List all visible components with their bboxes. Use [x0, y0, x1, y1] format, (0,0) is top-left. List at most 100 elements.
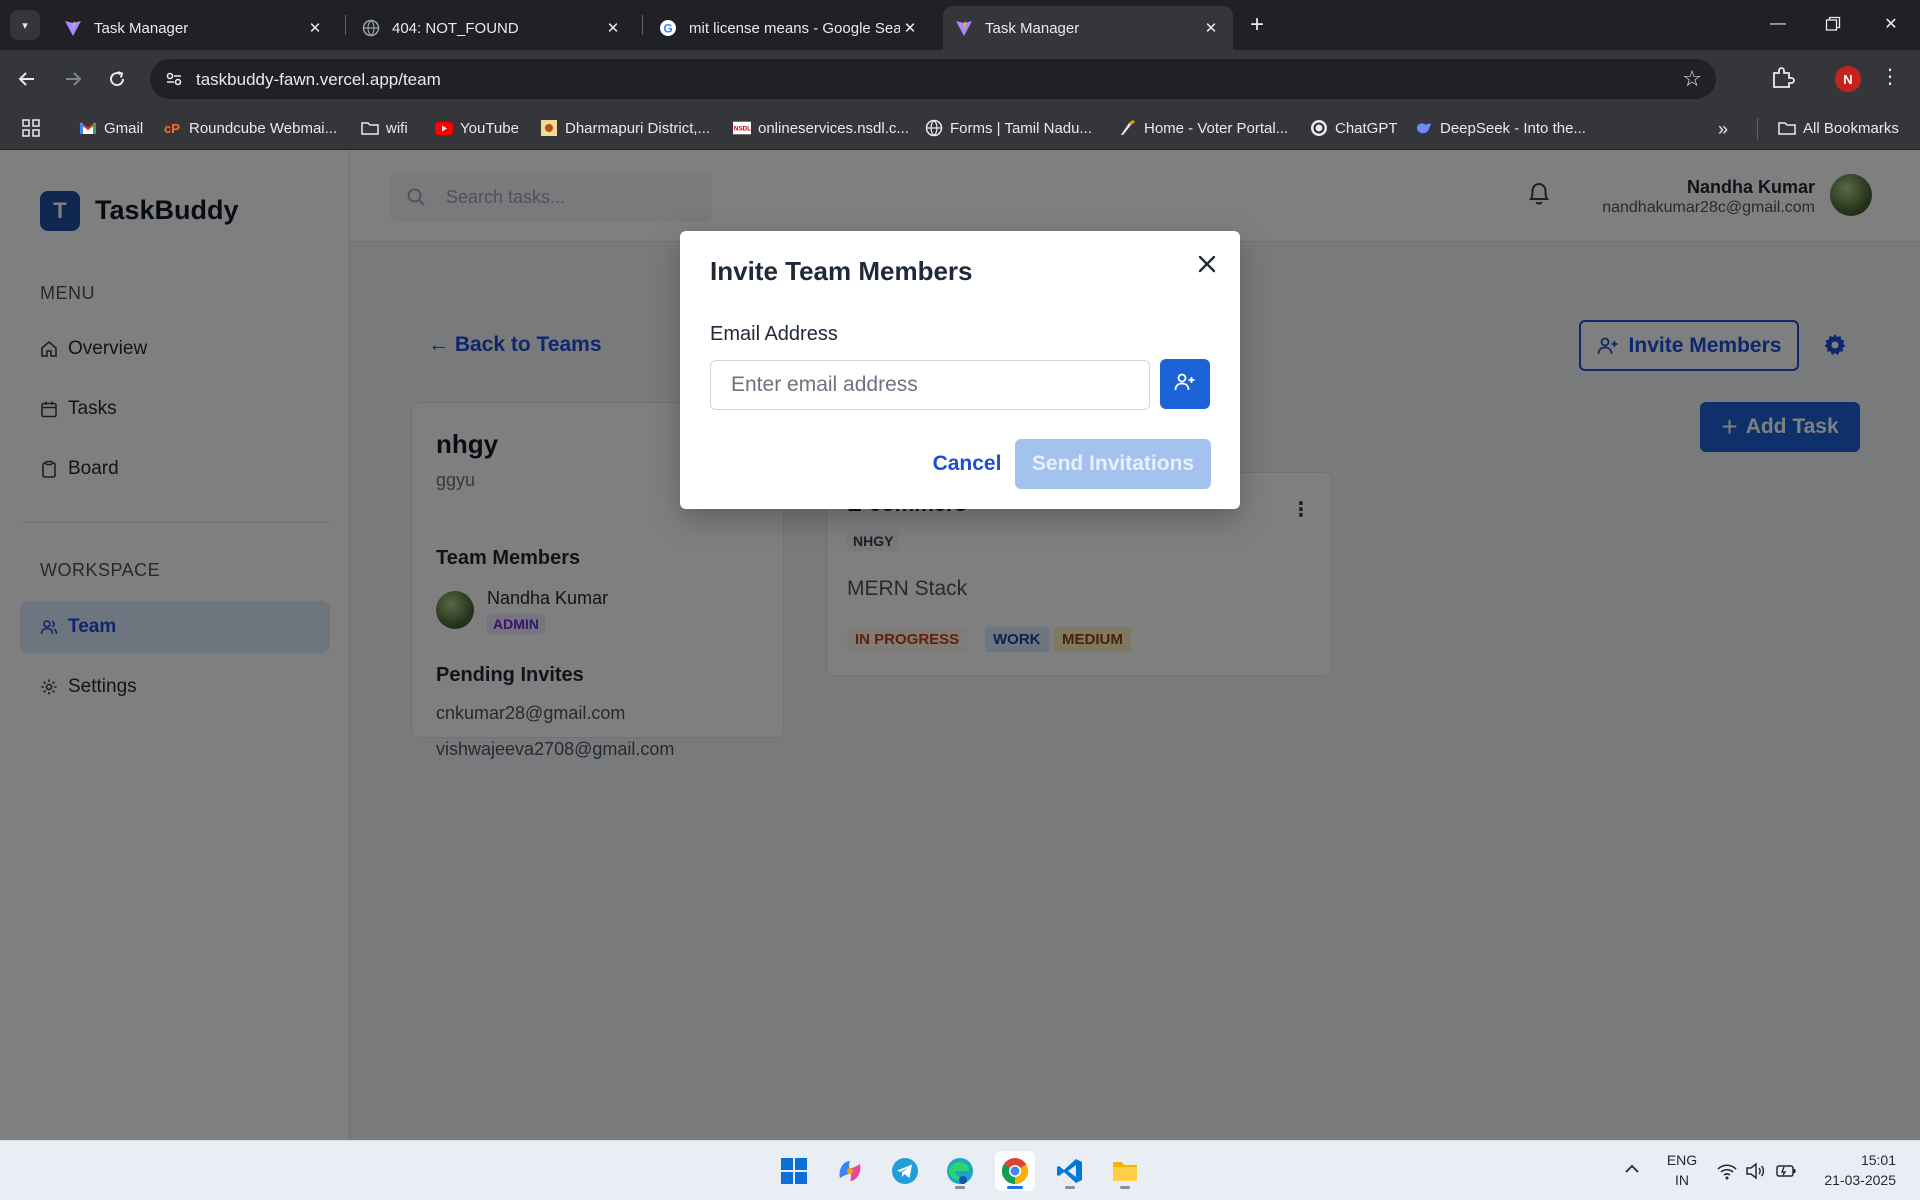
windows-taskbar: ENG IN 15:01 21-03-2025: [0, 1140, 1920, 1200]
google-icon: G: [659, 19, 677, 37]
nsdl-icon: NSDL: [733, 119, 751, 137]
browser-menu-icon[interactable]: ⋮: [1880, 64, 1900, 89]
bookmark-label: DeepSeek - Into the...: [1440, 119, 1586, 137]
region-indicator: IN: [1675, 1172, 1689, 1188]
running-indicator: [1065, 1186, 1075, 1189]
clock-date: 21-03-2025: [1824, 1172, 1896, 1188]
bookmark-label: YouTube: [460, 119, 519, 137]
bookmark-label: Gmail: [104, 119, 144, 137]
bookmark-chatgpt[interactable]: ChatGPT: [1310, 119, 1398, 137]
restore-icon[interactable]: [1813, 6, 1853, 42]
tab-separator: [642, 15, 643, 35]
extensions-icon[interactable]: [1768, 64, 1796, 92]
voter-icon: [1119, 119, 1137, 137]
globe-icon: [925, 119, 943, 137]
chatgpt-icon: [1310, 119, 1328, 137]
wifi-icon[interactable]: [1716, 1161, 1738, 1181]
bookmark-star-icon[interactable]: ☆: [1682, 66, 1702, 92]
chevron-up-icon[interactable]: [1622, 1159, 1642, 1179]
minimize-icon[interactable]: —: [1758, 6, 1798, 42]
close-tab-icon[interactable]: ✕: [305, 18, 325, 38]
folder-icon: [1778, 119, 1796, 137]
bookmark-label: Forms | Tamil Nadu...: [950, 119, 1092, 137]
send-invitations-button[interactable]: Send Invitations: [1015, 439, 1211, 489]
cpanel-icon: cP: [164, 119, 182, 137]
chrome-icon[interactable]: [995, 1151, 1035, 1191]
bookmark-voter-portal[interactable]: Home - Voter Portal...: [1119, 119, 1288, 137]
site-icon: [540, 119, 558, 137]
user-plus-icon: [1174, 371, 1196, 398]
running-indicator: [955, 1186, 965, 1189]
close-tab-icon[interactable]: ✕: [900, 18, 920, 38]
reload-icon[interactable]: [100, 62, 134, 96]
bookmark-nsdl[interactable]: NSDL onlineservices.nsdl.c...: [733, 119, 909, 137]
close-tab-icon[interactable]: ✕: [1201, 18, 1221, 38]
tab-title: mit license means - Google Sea: [689, 19, 900, 37]
forward-arrow-icon[interactable]: [56, 62, 90, 96]
close-window-icon[interactable]: ✕: [1871, 6, 1911, 42]
browser-toolbar: taskbuddy-fawn.vercel.app/team ☆ N ⋮: [0, 50, 1920, 108]
browser-tab-bar: ▾ Task Manager ✕ 404: NOT_FOUND ✕ G mit …: [0, 0, 1920, 50]
bookmark-label: All Bookmarks: [1803, 119, 1899, 137]
clock-time[interactable]: 15:01: [1808, 1152, 1896, 1168]
bookmark-label: ChatGPT: [1335, 119, 1398, 137]
vite-icon: [955, 19, 973, 37]
volume-icon[interactable]: [1745, 1161, 1767, 1181]
bookmark-youtube[interactable]: YouTube: [435, 119, 519, 137]
youtube-icon: [435, 119, 453, 137]
more-bookmarks-icon[interactable]: »: [1718, 119, 1728, 140]
invite-team-members-dialog: Invite Team Members Email Address Cancel…: [680, 231, 1240, 509]
browser-tab-2[interactable]: 404: NOT_FOUND ✕: [350, 6, 635, 50]
close-icon[interactable]: [1194, 251, 1220, 277]
edge-icon[interactable]: [940, 1151, 980, 1191]
apps-grid-icon[interactable]: [22, 119, 40, 137]
windows-start-icon[interactable]: [774, 1151, 814, 1191]
copilot-icon[interactable]: [830, 1151, 870, 1191]
vscode-icon[interactable]: [1050, 1151, 1090, 1191]
back-arrow-icon[interactable]: [10, 62, 44, 96]
globe-icon: [362, 19, 380, 37]
vite-icon: [64, 19, 82, 37]
bookmark-deepseek[interactable]: DeepSeek - Into the...: [1415, 119, 1586, 137]
bookmarks-bar: Gmail cP Roundcube Webmai... wifi YouTub…: [0, 108, 1920, 150]
tab-search-button[interactable]: ▾: [10, 10, 40, 40]
browser-tab-4-active[interactable]: Task Manager ✕: [943, 6, 1233, 50]
bookmarks-separator: [1757, 118, 1758, 140]
all-bookmarks[interactable]: All Bookmarks: [1778, 119, 1899, 137]
bookmark-label: Home - Voter Portal...: [1144, 119, 1289, 137]
close-tab-icon[interactable]: ✕: [603, 18, 623, 38]
tab-title: Task Manager: [985, 19, 1080, 37]
bookmark-label: onlineservices.nsdl.c...: [758, 119, 909, 137]
bookmark-roundcube[interactable]: cP Roundcube Webmai...: [164, 119, 337, 137]
email-field[interactable]: [710, 360, 1150, 410]
svg-text:NSDL: NSDL: [734, 126, 751, 133]
url-text: taskbuddy-fawn.vercel.app/team: [196, 70, 441, 89]
new-tab-button[interactable]: +: [1242, 10, 1272, 40]
bookmark-wifi[interactable]: wifi: [361, 119, 408, 137]
active-indicator: [1007, 1186, 1023, 1189]
dialog-title: Invite Team Members: [710, 256, 973, 286]
address-bar[interactable]: taskbuddy-fawn.vercel.app/team ☆: [150, 59, 1716, 99]
bookmark-dharmapuri[interactable]: Dharmapuri District,...: [540, 119, 710, 137]
svg-text:cP: cP: [164, 121, 180, 135]
folder-icon: [361, 119, 379, 137]
bookmark-label: Roundcube Webmai...: [189, 119, 338, 137]
telegram-icon[interactable]: [885, 1151, 925, 1191]
bookmark-label: wifi: [386, 119, 408, 137]
bookmark-gmail[interactable]: Gmail: [79, 119, 143, 137]
battery-icon[interactable]: [1775, 1161, 1797, 1181]
browser-tab-1[interactable]: Task Manager ✕: [52, 6, 337, 50]
tab-separator: [345, 15, 346, 35]
profile-avatar[interactable]: N: [1835, 66, 1861, 92]
svg-text:G: G: [663, 22, 672, 36]
tab-title: 404: NOT_FOUND: [392, 19, 519, 37]
cancel-button[interactable]: Cancel: [912, 439, 1022, 489]
bookmark-forms-tamil-nadu[interactable]: Forms | Tamil Nadu...: [925, 119, 1092, 137]
browser-tab-3[interactable]: G mit license means - Google Sea ✕: [647, 6, 932, 50]
site-info-icon[interactable]: [164, 69, 184, 89]
file-explorer-icon[interactable]: [1105, 1151, 1145, 1191]
language-indicator[interactable]: ENG: [1664, 1152, 1700, 1168]
email-address-label: Email Address: [710, 323, 838, 345]
add-email-button[interactable]: [1160, 359, 1210, 409]
running-indicator: [1120, 1186, 1130, 1189]
